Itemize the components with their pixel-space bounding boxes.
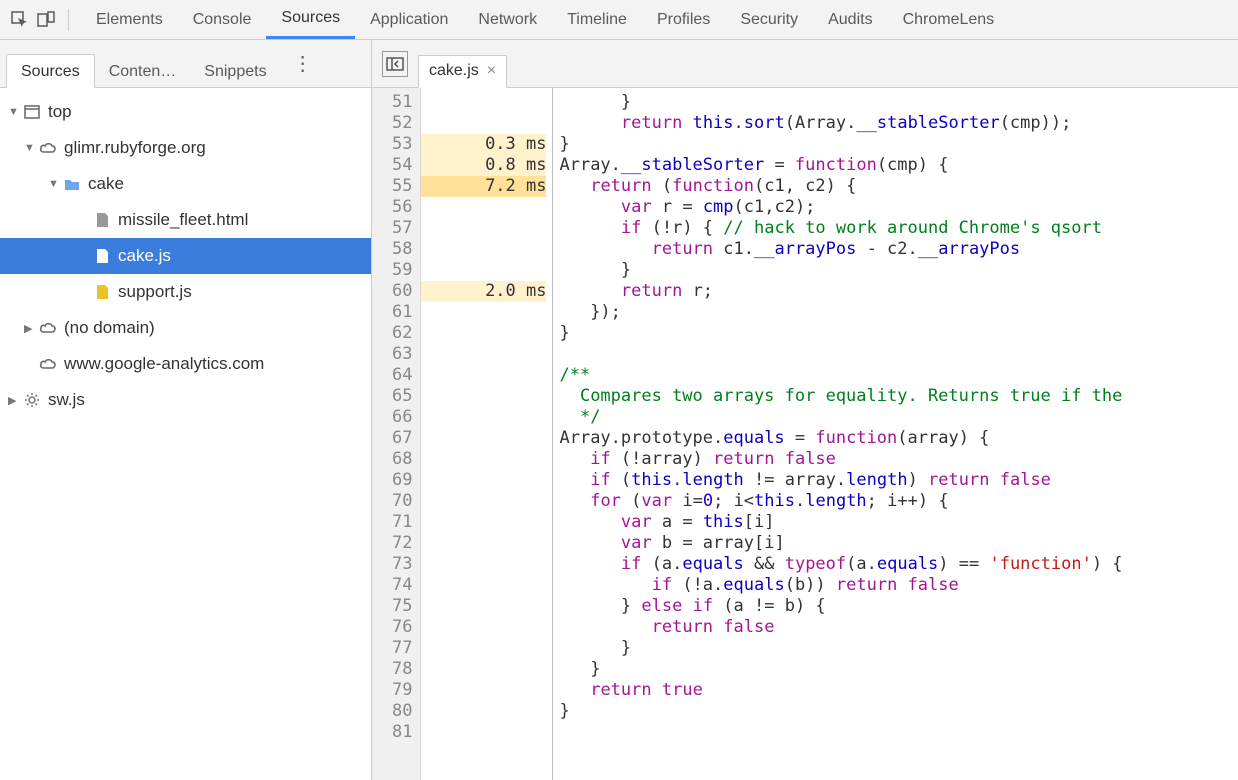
tree-label: cake.js bbox=[118, 246, 171, 266]
tab-elements[interactable]: Elements bbox=[81, 0, 178, 39]
tab-security[interactable]: Security bbox=[725, 0, 813, 39]
tree-label: sw.js bbox=[48, 390, 85, 410]
toolbar-separator bbox=[68, 9, 69, 31]
tree-file-cake[interactable]: cake.js bbox=[0, 238, 371, 274]
tab-network[interactable]: Network bbox=[463, 0, 552, 39]
collapse-icon: ▶ bbox=[8, 394, 20, 407]
tree-file-missile[interactable]: missile_fleet.html bbox=[0, 202, 371, 238]
file-icon bbox=[92, 283, 112, 301]
navigator-tab-snippets[interactable]: Snippets bbox=[190, 55, 280, 87]
sources-secondary-toolbar: Sources Conten… Snippets ⋮ cake.js × bbox=[0, 40, 1238, 88]
tab-audits[interactable]: Audits bbox=[813, 0, 887, 39]
editor-header: cake.js × bbox=[372, 40, 1238, 87]
navigator-tabs: Sources Conten… Snippets bbox=[6, 40, 281, 87]
tree-top[interactable]: ▼ top bbox=[0, 94, 371, 130]
tab-sources[interactable]: Sources bbox=[266, 0, 355, 39]
tree-label: cake bbox=[88, 174, 124, 194]
code-editor[interactable]: 5152535455565758596061626364656667686970… bbox=[372, 88, 1238, 780]
cloud-icon bbox=[38, 355, 58, 373]
tree-sw[interactable]: ▶ sw.js bbox=[0, 382, 371, 418]
tree-label: glimr.rubyforge.org bbox=[64, 138, 206, 158]
tree-file-support[interactable]: support.js bbox=[0, 274, 371, 310]
toggle-navigator-icon[interactable] bbox=[382, 51, 408, 77]
navigator-more-icon[interactable]: ⋮ bbox=[281, 51, 325, 76]
tab-profiles[interactable]: Profiles bbox=[642, 0, 725, 39]
file-navigator: ▼ top ▼ glimr.rubyforge.org ▼ cake missi… bbox=[0, 88, 372, 780]
tab-application[interactable]: Application bbox=[355, 0, 463, 39]
cloud-icon bbox=[38, 319, 58, 337]
expand-icon: ▼ bbox=[8, 106, 20, 118]
expand-icon: ▼ bbox=[48, 178, 60, 190]
folder-icon bbox=[62, 175, 82, 193]
tree-ga[interactable]: ▶ www.google-analytics.com bbox=[0, 346, 371, 382]
tree-domain-glimr[interactable]: ▼ glimr.rubyforge.org bbox=[0, 130, 371, 166]
code-content[interactable]: } return this.sort(Array.__stableSorter(… bbox=[553, 88, 1238, 780]
close-file-icon[interactable]: × bbox=[487, 62, 496, 80]
tree-nodomain[interactable]: ▶ (no domain) bbox=[0, 310, 371, 346]
cloud-icon bbox=[38, 139, 58, 157]
navigator-tab-content[interactable]: Conten… bbox=[95, 55, 191, 87]
open-file-tab[interactable]: cake.js × bbox=[418, 55, 507, 88]
file-icon bbox=[92, 247, 112, 265]
tab-chromelens[interactable]: ChromeLens bbox=[888, 0, 1010, 39]
device-icon[interactable] bbox=[36, 10, 56, 30]
tab-timeline[interactable]: Timeline bbox=[552, 0, 642, 39]
tab-console[interactable]: Console bbox=[178, 0, 267, 39]
navigator-header: Sources Conten… Snippets ⋮ bbox=[0, 40, 372, 87]
devtools-panel-tabs: Elements Console Sources Application Net… bbox=[81, 0, 1009, 39]
frame-icon bbox=[22, 103, 42, 121]
collapse-icon: ▶ bbox=[24, 322, 36, 335]
file-icon bbox=[92, 211, 112, 229]
inspect-icon[interactable] bbox=[10, 10, 30, 30]
tree-label: (no domain) bbox=[64, 318, 155, 338]
devtools-top-toolbar: Elements Console Sources Application Net… bbox=[0, 0, 1238, 40]
expand-icon: ▼ bbox=[24, 142, 36, 154]
worker-icon bbox=[22, 391, 42, 409]
tree-folder-cake[interactable]: ▼ cake bbox=[0, 166, 371, 202]
navigator-tab-sources[interactable]: Sources bbox=[6, 54, 95, 88]
timing-gutter: 0.3 ms0.8 ms7.2 ms2.0 ms bbox=[421, 88, 553, 780]
tree-label: support.js bbox=[118, 282, 192, 302]
sources-main: ▼ top ▼ glimr.rubyforge.org ▼ cake missi… bbox=[0, 88, 1238, 780]
tree-label: top bbox=[48, 102, 72, 122]
line-gutter: 5152535455565758596061626364656667686970… bbox=[372, 88, 421, 780]
tree-label: www.google-analytics.com bbox=[64, 354, 264, 374]
open-file-name: cake.js bbox=[429, 62, 479, 80]
tree-label: missile_fleet.html bbox=[118, 210, 248, 230]
